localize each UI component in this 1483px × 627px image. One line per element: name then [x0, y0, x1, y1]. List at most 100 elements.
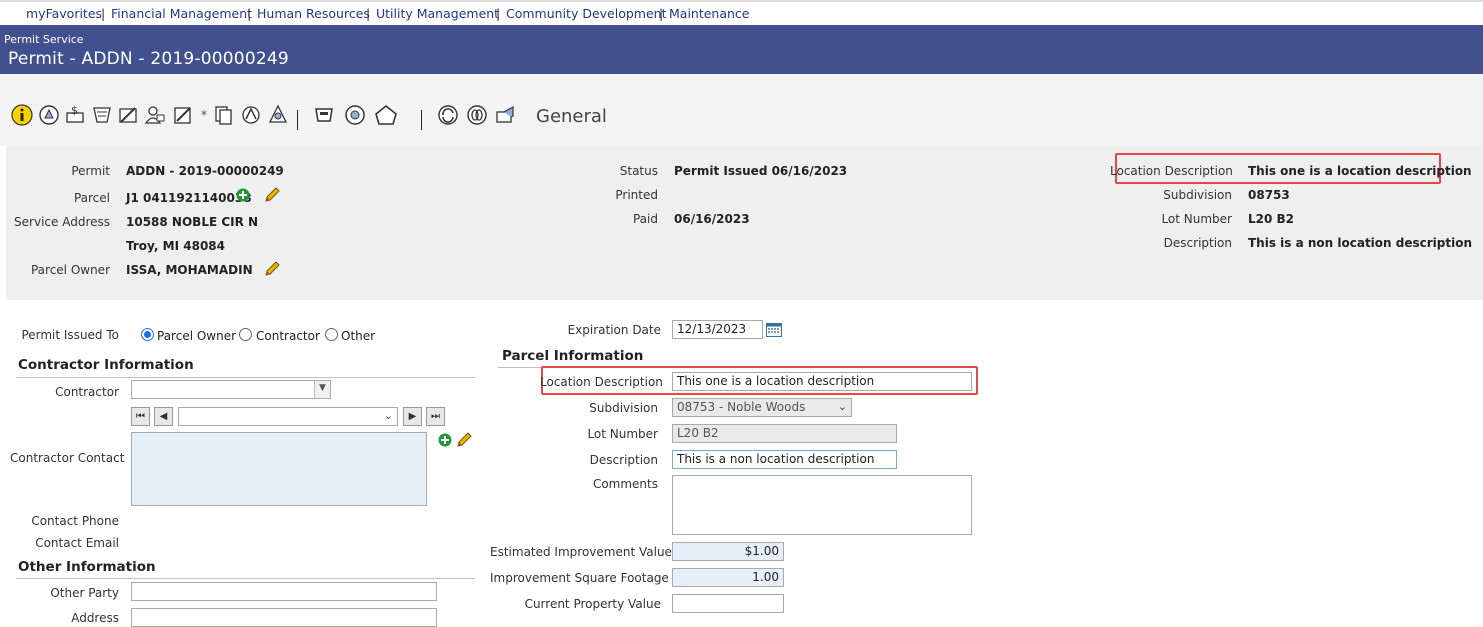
- copy-icon[interactable]: [212, 104, 232, 125]
- issued-to-parcel-owner-label: Parcel Owner: [157, 329, 237, 343]
- subdivision-select-value: 08753 - Noble Woods: [677, 400, 806, 414]
- fee-icon[interactable]: $: [64, 104, 84, 124]
- contractor-label: Contractor: [55, 385, 119, 399]
- page-header: Permit Service Permit - ADDN - 2019-0000…: [0, 25, 1483, 74]
- lot-number-input[interactable]: L20 B2: [672, 424, 897, 443]
- chevron-down-icon[interactable]: ▼: [314, 381, 330, 398]
- issued-to-parcel-owner-radio[interactable]: [141, 328, 154, 341]
- expiration-date-input[interactable]: 12/13/2023: [672, 320, 763, 339]
- lot-number-input-value: L20 B2: [677, 426, 719, 440]
- description-label: Description: [1163, 236, 1232, 250]
- service-address-line1: 10588 NOBLE CIR N: [126, 215, 259, 229]
- toolbar-asterisk: *: [201, 108, 207, 122]
- nav-separator: |: [247, 6, 252, 21]
- other-party-label: Other Party: [50, 586, 119, 600]
- first-record-icon[interactable]: ⏮: [131, 407, 150, 426]
- svg-text:$: $: [71, 104, 78, 117]
- location-description-field-label: Location Description: [540, 375, 663, 389]
- contact-email-label: Contact Email: [35, 536, 119, 550]
- paid-value: 06/16/2023: [674, 212, 750, 226]
- issued-to-contractor-radio[interactable]: [239, 328, 252, 341]
- contact-phone-label: Contact Phone: [31, 514, 119, 528]
- edit-pencil-icon[interactable]: [263, 260, 281, 281]
- subdivision-select[interactable]: 08753 - Noble Woods ⌄: [672, 398, 852, 417]
- section-divider: [16, 377, 475, 378]
- service-address-label: Service Address: [14, 215, 110, 229]
- subdivision-field-label: Subdivision: [589, 401, 658, 415]
- permit-issued-to-label: Permit Issued To: [21, 328, 119, 342]
- description-field-label: Description: [589, 453, 658, 467]
- print-icon[interactable]: [267, 104, 288, 124]
- subdivision-label: Subdivision: [1163, 188, 1232, 202]
- previous-record-icon[interactable]: ◀: [154, 407, 173, 426]
- description-input[interactable]: This is a non location description: [672, 450, 897, 469]
- subdivision-value: 08753: [1248, 188, 1290, 202]
- nav-maintenance[interactable]: Maintenance: [669, 6, 750, 21]
- comments-label: Comments: [592, 477, 658, 491]
- link-icon[interactable]: [466, 104, 487, 125]
- expiration-date-value: 12/13/2023: [677, 322, 747, 336]
- info-icon[interactable]: [11, 104, 33, 126]
- bond-icon[interactable]: [313, 104, 333, 124]
- nav-myfavorites[interactable]: myFavorites: [26, 6, 102, 21]
- location-description-value: This one is a location description: [1248, 164, 1472, 178]
- edit-pencil-icon[interactable]: [263, 186, 281, 207]
- page-title: Permit - ADDN - 2019-00000249: [8, 49, 289, 69]
- nav-utility-management[interactable]: Utility Management: [376, 6, 499, 21]
- nav-separator: |: [659, 6, 664, 21]
- contractor-information-heading: Contractor Information: [18, 357, 194, 373]
- edit-pencil-icon[interactable]: [455, 431, 473, 452]
- contractor-contact-box[interactable]: [131, 432, 427, 506]
- contractor-contact-label: Contractor Contact: [10, 451, 125, 465]
- parcel-value: J1 0411921140038: [126, 191, 252, 205]
- improvement-square-footage-input[interactable]: 1.00: [672, 568, 784, 587]
- estimated-improvement-label: Estimated Improvement Value: [490, 545, 672, 559]
- nav-community-development[interactable]: Community Development: [506, 6, 666, 21]
- parcel-label: Parcel: [73, 191, 110, 205]
- last-record-icon[interactable]: ⏭: [426, 407, 445, 426]
- inspection-icon[interactable]: [91, 104, 111, 124]
- calendar-icon[interactable]: [766, 322, 782, 340]
- paid-label: Paid: [632, 212, 658, 226]
- location-description-input[interactable]: This one is a location description: [672, 372, 972, 391]
- service-address-line2: Troy, MI 48084: [126, 239, 225, 253]
- home-icon[interactable]: [374, 104, 397, 125]
- hold-icon[interactable]: [344, 104, 365, 125]
- estimated-improvement-input[interactable]: $1.00: [672, 542, 784, 561]
- next-record-icon[interactable]: ▶: [403, 407, 422, 426]
- parcel-owner-label: Parcel Owner: [30, 263, 110, 277]
- description-input-value: This is a non location description: [677, 452, 875, 466]
- lot-number-field-label: Lot Number: [587, 427, 658, 441]
- chevron-down-icon: ⌄: [837, 400, 847, 413]
- email-icon[interactable]: [494, 104, 514, 124]
- page-subtitle: Permit Service: [4, 33, 84, 46]
- nav-financial-management[interactable]: Financial Management: [111, 6, 252, 21]
- toolbar-divider: [297, 110, 298, 130]
- address-input[interactable]: [131, 608, 437, 627]
- add-icon[interactable]: [438, 433, 452, 450]
- nav-separator: |: [496, 6, 501, 21]
- attach-icon[interactable]: [240, 104, 260, 124]
- estimated-improvement-value: $1.00: [744, 544, 779, 558]
- contractor-select[interactable]: ▼: [131, 380, 331, 399]
- add-icon[interactable]: [236, 188, 250, 205]
- issued-to-contractor-label: Contractor: [256, 329, 320, 343]
- issued-to-other-radio[interactable]: [325, 328, 338, 341]
- contact-icon[interactable]: [144, 104, 165, 124]
- refresh-icon[interactable]: [437, 104, 458, 125]
- nav-human-resources[interactable]: Human Resources: [257, 6, 370, 21]
- contractor-contact-select[interactable]: ⌄: [178, 407, 398, 426]
- comments-textarea[interactable]: [672, 475, 972, 535]
- notes-icon[interactable]: [172, 104, 192, 124]
- current-property-value-label: Current Property Value: [524, 597, 661, 611]
- permit-icon[interactable]: [38, 104, 59, 125]
- review-icon[interactable]: [117, 104, 137, 124]
- nav-separator: |: [366, 6, 371, 21]
- permit-value: ADDN - 2019-00000249: [126, 164, 284, 178]
- expiration-date-label: Expiration Date: [567, 323, 661, 337]
- current-property-value-input[interactable]: [672, 594, 784, 613]
- improvement-square-footage-value: 1.00: [752, 570, 779, 584]
- other-party-input[interactable]: [131, 582, 437, 601]
- toolbar-divider: [421, 110, 422, 130]
- section-divider: [16, 578, 475, 579]
